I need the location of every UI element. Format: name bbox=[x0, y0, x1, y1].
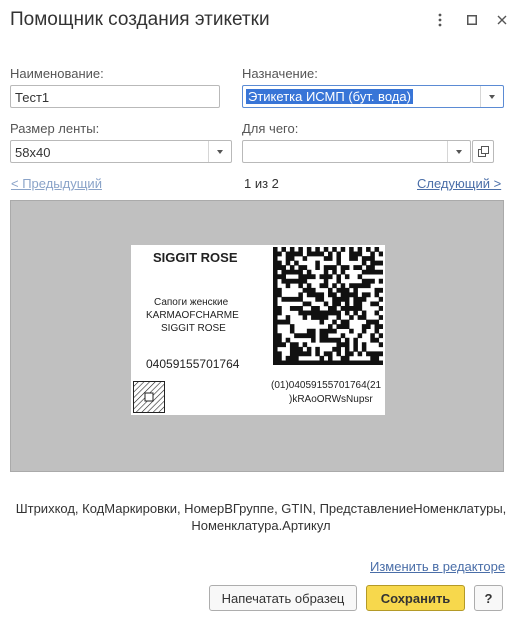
next-link[interactable]: Следующий > bbox=[417, 176, 501, 191]
purpose-label: Назначение: bbox=[242, 66, 318, 81]
datamatrix-modules bbox=[273, 247, 383, 365]
for-what-dropdown-button[interactable] bbox=[447, 141, 470, 162]
datamatrix-code bbox=[273, 247, 383, 365]
print-sample-button[interactable]: Напечатать образец bbox=[209, 585, 357, 611]
previous-link[interactable]: < Предыдущий bbox=[11, 176, 102, 191]
label-desc-line2: KARMAOFCHARME bbox=[146, 310, 239, 321]
save-button[interactable]: Сохранить bbox=[366, 585, 465, 611]
name-label: Наименование: bbox=[10, 66, 104, 81]
label-code-line2: )kRAoORWsNupsr bbox=[289, 394, 373, 405]
edit-in-editor-link[interactable]: Изменить в редакторе bbox=[370, 559, 505, 574]
window-title: Помощник создания этикетки bbox=[10, 9, 270, 30]
purpose-select[interactable]: Этикетка ИСМП (бут. вода) bbox=[242, 85, 504, 108]
label-gtin: 04059155701764 bbox=[146, 357, 240, 371]
close-icon[interactable] bbox=[492, 9, 512, 31]
chevron-down-icon bbox=[217, 149, 223, 154]
label-brand: SIGGIT ROSE bbox=[153, 250, 238, 265]
label-preview-card: SIGGIT ROSE Сапоги женские KARMAOFCHARME… bbox=[131, 245, 385, 415]
label-desc-line1: Сапоги женские bbox=[154, 297, 229, 308]
tape-size-select[interactable]: 58x40 bbox=[10, 140, 232, 163]
tape-size-dropdown-button[interactable] bbox=[208, 141, 231, 162]
fields-line2: Номенклатура.Артикул bbox=[191, 518, 331, 533]
purpose-value: Этикетка ИСМП (бут. вода) bbox=[246, 89, 413, 104]
tape-size-value: 58x40 bbox=[15, 145, 51, 160]
open-form-icon bbox=[478, 146, 489, 157]
purpose-dropdown-button[interactable] bbox=[480, 86, 503, 107]
fields-line1: Штрихкод, КодМаркировки, НомерВГруппе, G… bbox=[15, 501, 507, 516]
for-what-select[interactable] bbox=[242, 140, 471, 163]
page-position: 1 из 2 bbox=[244, 176, 279, 191]
label-fields-list: Штрихкод, КодМаркировки, НомерВГруппе, G… bbox=[0, 500, 522, 534]
for-what-label: Для чего: bbox=[242, 121, 299, 136]
chevron-down-icon bbox=[456, 149, 462, 154]
name-field[interactable]: Тест1 bbox=[10, 85, 220, 108]
open-reference-button[interactable] bbox=[472, 140, 494, 163]
help-button[interactable]: ? bbox=[474, 585, 503, 611]
label-code-line1: (01)04059155701764(21 bbox=[271, 380, 382, 391]
name-value: Тест1 bbox=[15, 90, 50, 105]
more-menu-icon[interactable] bbox=[430, 9, 450, 31]
label-preview-area: SIGGIT ROSE Сапоги женские KARMAOFCHARME… bbox=[10, 200, 504, 472]
hatched-box-icon bbox=[133, 381, 165, 413]
label-desc-line3: SIGGIT ROSE bbox=[161, 323, 226, 334]
tape-size-label: Размер ленты: bbox=[10, 121, 100, 136]
maximize-icon[interactable] bbox=[462, 9, 482, 31]
chevron-down-icon bbox=[489, 94, 495, 99]
